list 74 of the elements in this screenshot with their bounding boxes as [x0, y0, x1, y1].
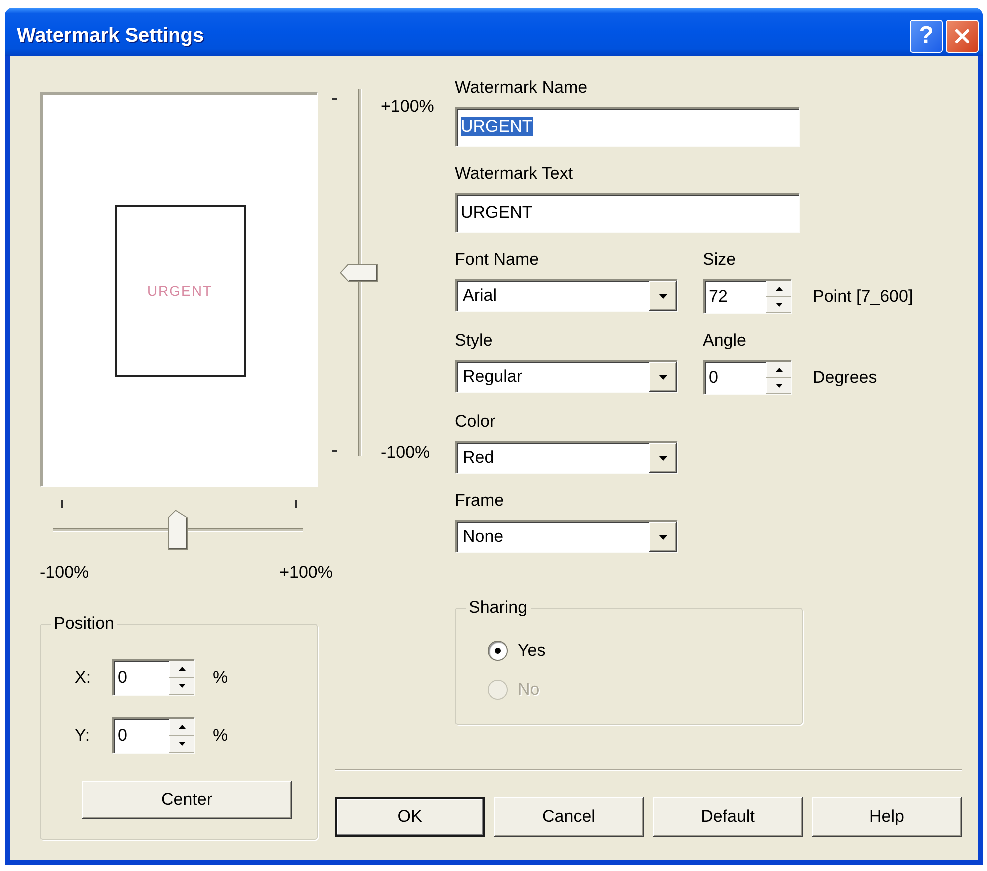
arrow-down-icon: [178, 684, 186, 688]
dropdown-arrow-button[interactable]: [649, 443, 677, 473]
dropdown-arrow-button[interactable]: [649, 522, 677, 552]
field-label: Angle: [703, 331, 748, 351]
arrow-up-icon: [178, 725, 186, 729]
spin-box[interactable]: 0: [112, 659, 195, 696]
ok-button[interactable]: OK: [335, 797, 485, 837]
text-field[interactable]: URGENT: [455, 193, 800, 233]
caret-down-icon: [658, 294, 668, 298]
field-label: Font Name: [455, 250, 540, 270]
watermark-preview-text: URGENT: [147, 282, 213, 300]
slider-label: -100%: [381, 443, 432, 463]
dropdown[interactable]: Regular: [455, 360, 678, 393]
group-label: Sharing: [466, 598, 531, 618]
dropdown[interactable]: None: [455, 520, 678, 553]
spin-down-button[interactable]: [766, 378, 791, 394]
cancel-button[interactable]: Cancel: [494, 797, 644, 837]
caret-down-icon: [658, 456, 668, 460]
field-label: Color: [455, 412, 497, 432]
spin-down-button[interactable]: [766, 297, 791, 313]
caret-down-icon: [658, 374, 668, 380]
field-label: Watermark Text: [455, 164, 574, 184]
tick-mark: [332, 450, 337, 452]
field-label: Style: [455, 331, 494, 351]
dropdown[interactable]: Arial: [455, 279, 678, 312]
slider-thumb[interactable]: [340, 264, 378, 282]
radio-label: Yes: [518, 641, 546, 661]
unit-label: %: [213, 668, 228, 688]
spin-box[interactable]: 0: [112, 717, 195, 754]
slider-track[interactable]: [53, 510, 303, 550]
radio-label: No: [518, 680, 540, 700]
field-label: Frame: [455, 491, 506, 511]
field-label: Size: [703, 250, 738, 270]
unit-label: %: [213, 726, 228, 746]
arrow-down-icon: [178, 742, 186, 746]
window-title: Watermark Settings: [17, 26, 204, 46]
spin-down-button[interactable]: [169, 678, 194, 695]
slider-label: +100%: [280, 563, 333, 583]
unit-label: Degrees: [813, 368, 878, 388]
arrow-up-icon: [776, 368, 782, 372]
tick-mark: [295, 500, 297, 508]
slider-label: -100%: [40, 563, 90, 583]
radio-button[interactable]: [488, 641, 508, 661]
unit-label: Point [7_600]: [813, 286, 914, 306]
spin-up-button[interactable]: [766, 281, 791, 297]
field-label: Watermark Name: [455, 78, 589, 98]
arrow-up-icon: [178, 667, 186, 671]
tick-mark: [61, 500, 63, 508]
spin-box[interactable]: 0: [703, 360, 792, 395]
dropdown-arrow-button[interactable]: [649, 281, 677, 311]
help-button[interactable]: Help: [812, 797, 962, 837]
dropdown-arrow-button[interactable]: [649, 362, 677, 392]
arrow-down-icon: [776, 302, 782, 306]
spin-up-button[interactable]: [169, 719, 194, 736]
dropdown[interactable]: Red: [455, 441, 678, 474]
arrow-up-icon: [776, 286, 782, 290]
title-help-button[interactable]: ?: [910, 20, 943, 52]
tick-mark: [332, 98, 337, 100]
slider-track[interactable]: [340, 89, 378, 456]
axis-label: X:: [75, 668, 92, 688]
spin-up-button[interactable]: [766, 362, 791, 378]
slider-thumb[interactable]: [168, 510, 188, 550]
spin-up-button[interactable]: [169, 661, 194, 678]
slider-label: +100%: [381, 97, 434, 117]
center-button[interactable]: Center: [82, 781, 292, 819]
close-icon: [955, 28, 970, 44]
arrow-down-icon: [776, 384, 782, 388]
close-button[interactable]: [946, 20, 979, 52]
spin-box[interactable]: 72: [703, 279, 792, 314]
spin-down-button[interactable]: [169, 736, 194, 753]
caret-down-icon: [658, 534, 668, 540]
text-field[interactable]: URGENT: [455, 107, 800, 147]
axis-label: Y:: [75, 726, 92, 746]
restore-default-button[interactable]: Default: [653, 797, 803, 837]
